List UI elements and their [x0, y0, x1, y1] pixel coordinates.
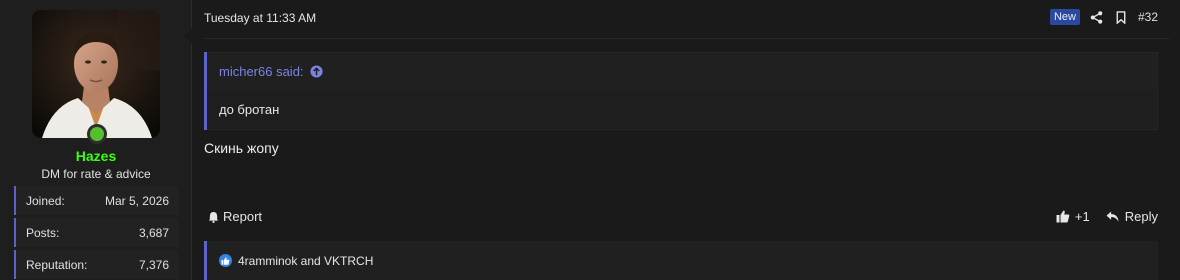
stat-label: Posts:	[26, 225, 60, 240]
post-number[interactable]: #32	[1138, 10, 1158, 24]
avatar[interactable]	[32, 10, 160, 138]
user-info-panel: Hazes DM for rate & advice Joined: Mar 5…	[0, 0, 192, 280]
quote-text: до бротан	[207, 90, 1158, 130]
quote-block: micher66 said: до бротан	[204, 52, 1158, 130]
user-title: DM for rate & advice	[41, 167, 151, 181]
bookmark-icon[interactable]	[1114, 10, 1128, 24]
post-date[interactable]: Tuesday at 11:33 AM	[204, 11, 316, 25]
like-reaction-icon	[219, 254, 232, 267]
arrow-up-circle-icon[interactable]	[310, 65, 324, 79]
reply-icon	[1106, 210, 1120, 224]
stat-posts: Posts: 3,687	[14, 218, 179, 247]
quote-header[interactable]: micher66 said:	[207, 52, 1158, 90]
report-label: Report	[223, 209, 263, 224]
online-status-indicator	[87, 124, 107, 144]
quote-author[interactable]: micher66 said:	[219, 64, 304, 79]
post-header-actions: New #32	[1049, 9, 1158, 25]
new-badge: New	[1049, 9, 1080, 25]
thumbs-up-icon	[1056, 210, 1070, 224]
stat-value: 3,687	[138, 225, 169, 240]
report-button[interactable]: Report	[206, 209, 262, 224]
share-icon[interactable]	[1090, 10, 1104, 24]
stat-label: Joined:	[26, 193, 65, 208]
post: Hazes DM for rate & advice Joined: Mar 5…	[0, 0, 1180, 280]
reply-button[interactable]: Reply	[1106, 209, 1158, 224]
reactions-bar[interactable]: 4ramminok and VKTRCH	[204, 241, 1158, 280]
post-actions: +1 Reply	[1056, 209, 1158, 224]
stat-joined: Joined: Mar 5, 2026	[14, 186, 179, 215]
username[interactable]: Hazes	[0, 148, 192, 164]
avatar-container[interactable]	[32, 10, 160, 144]
reply-label: Reply	[1124, 209, 1158, 224]
stat-value: Mar 5, 2026	[104, 193, 169, 208]
bell-icon	[206, 210, 220, 224]
header-divider	[204, 38, 1170, 39]
stat-label: Reputation:	[26, 257, 88, 272]
like-count: +1	[1074, 209, 1090, 224]
post-pointer-arrow	[184, 28, 192, 44]
like-button[interactable]: +1	[1056, 209, 1090, 224]
reactions-text[interactable]: 4ramminok and VKTRCH	[238, 254, 373, 268]
post-main: Tuesday at 11:33 AM New #32 micher66 sai…	[192, 0, 1180, 280]
stat-value: 7,376	[138, 257, 169, 272]
post-message: Скинь жопу	[204, 140, 279, 156]
stat-reputation: Reputation: 7,376	[14, 250, 179, 279]
